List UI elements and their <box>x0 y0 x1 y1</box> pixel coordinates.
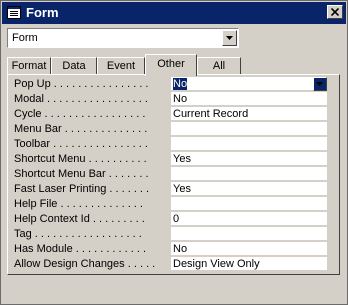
chevron-down-icon <box>226 36 233 40</box>
property-value-help-context-id[interactable]: 0 <box>171 212 327 226</box>
object-selector-dropdown-button[interactable] <box>222 30 237 46</box>
property-value-cycle[interactable]: Current Record <box>171 107 327 121</box>
property-value-text: No <box>173 78 188 90</box>
property-label: Shortcut Menu Bar . . . . . . . <box>14 168 149 180</box>
property-label: Modal . . . . . . . . . . . . . . . . . <box>14 93 148 105</box>
property-value-shortcut-menu[interactable]: Yes <box>171 152 327 166</box>
property-label: Allow Design Changes . . . . . <box>14 258 156 270</box>
title-bar[interactable]: Form <box>2 2 346 24</box>
tab-data[interactable]: Data <box>51 57 97 75</box>
tab-event[interactable]: Event <box>97 57 145 75</box>
properties-panel: Pop Up . . . . . . . . . . . . . . . . N… <box>7 74 340 275</box>
close-button[interactable] <box>327 5 343 19</box>
property-value-has-module[interactable]: No <box>171 242 327 256</box>
pop-up-dropdown-button[interactable] <box>313 77 327 91</box>
property-row-pop-up[interactable]: Pop Up . . . . . . . . . . . . . . . . N… <box>14 77 328 92</box>
property-row-cycle[interactable]: Cycle . . . . . . . . . . . . . . . . . … <box>14 107 328 122</box>
property-label: Pop Up . . . . . . . . . . . . . . . . <box>14 78 149 90</box>
property-value-modal[interactable]: No <box>171 92 327 106</box>
window-title: Form <box>26 5 59 20</box>
tab-other[interactable]: Other <box>145 54 197 76</box>
property-row-has-module[interactable]: Has Module . . . . . . . . . . . . No <box>14 242 328 257</box>
tab-format[interactable]: Format <box>7 57 51 75</box>
property-label: Shortcut Menu . . . . . . . . . . <box>14 153 147 165</box>
property-row-menu-bar[interactable]: Menu Bar . . . . . . . . . . . . . . <box>14 122 328 137</box>
property-sheet-window: Form Form Format Data Event Other All Po… <box>0 0 348 305</box>
property-label: Toolbar . . . . . . . . . . . . . . . . <box>14 138 148 150</box>
property-row-toolbar[interactable]: Toolbar . . . . . . . . . . . . . . . . <box>14 137 328 152</box>
object-selector-value: Form <box>12 32 38 44</box>
property-row-shortcut-menu[interactable]: Shortcut Menu . . . . . . . . . . Yes <box>14 152 328 167</box>
property-row-help-file[interactable]: Help File . . . . . . . . . . . . . . <box>14 197 328 212</box>
property-row-help-context-id[interactable]: Help Context Id . . . . . . . . . 0 <box>14 212 328 227</box>
object-selector[interactable]: Form <box>7 28 239 48</box>
property-value-help-file[interactable] <box>171 197 327 211</box>
property-value-pop-up[interactable]: No <box>171 77 327 91</box>
property-row-shortcut-menu-bar[interactable]: Shortcut Menu Bar . . . . . . . <box>14 167 328 182</box>
property-value-menu-bar[interactable] <box>171 122 327 136</box>
property-label: Cycle . . . . . . . . . . . . . . . . . <box>14 108 146 120</box>
property-value-tag[interactable] <box>171 227 327 241</box>
property-label: Fast Laser Printing . . . . . . . <box>14 183 150 195</box>
property-value-shortcut-menu-bar[interactable] <box>171 167 327 181</box>
property-value-toolbar[interactable] <box>171 137 327 151</box>
property-label: Menu Bar . . . . . . . . . . . . . . <box>14 123 148 135</box>
property-value-fast-laser-printing[interactable]: Yes <box>171 182 327 196</box>
property-row-modal[interactable]: Modal . . . . . . . . . . . . . . . . . … <box>14 92 328 107</box>
property-row-allow-design-changes[interactable]: Allow Design Changes . . . . . Design Vi… <box>14 257 328 272</box>
property-label: Tag . . . . . . . . . . . . . . . . . . <box>14 228 142 240</box>
properties-icon <box>7 6 21 19</box>
property-label: Help File . . . . . . . . . . . . . . <box>14 198 143 210</box>
chevron-down-icon <box>316 82 323 86</box>
property-row-fast-laser-printing[interactable]: Fast Laser Printing . . . . . . . Yes <box>14 182 328 197</box>
tab-all[interactable]: All <box>197 57 241 75</box>
property-row-tag[interactable]: Tag . . . . . . . . . . . . . . . . . . <box>14 227 328 242</box>
property-label: Help Context Id . . . . . . . . . <box>14 213 145 225</box>
property-value-allow-design-changes[interactable]: Design View Only <box>171 257 327 271</box>
property-label: Has Module . . . . . . . . . . . . <box>14 243 147 255</box>
close-icon <box>331 8 339 16</box>
